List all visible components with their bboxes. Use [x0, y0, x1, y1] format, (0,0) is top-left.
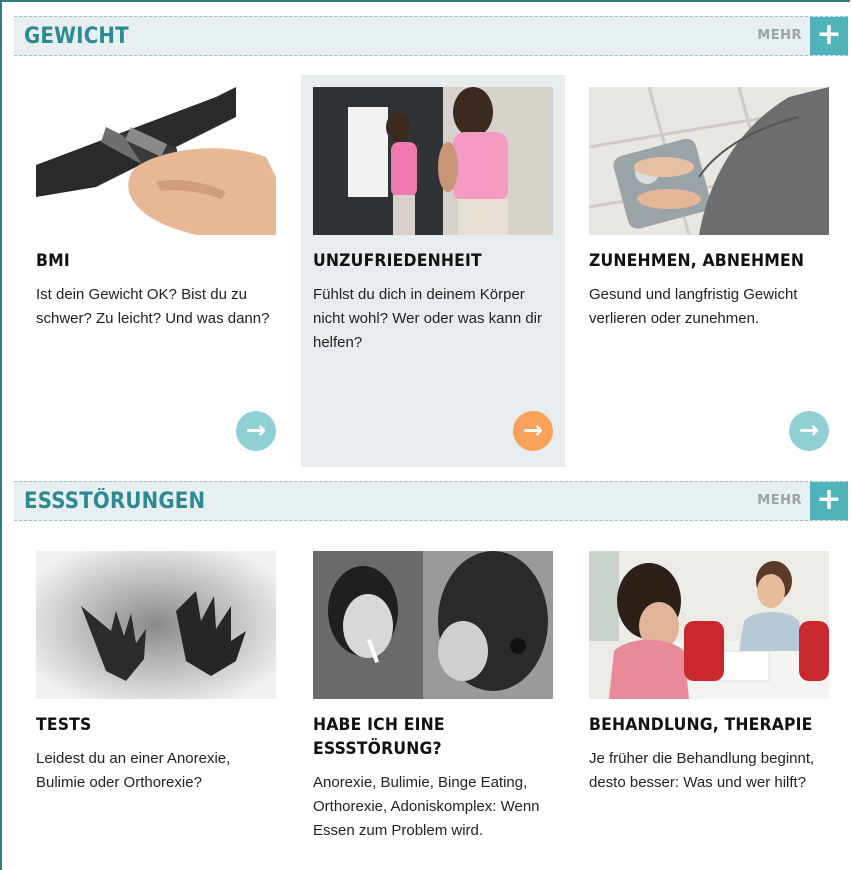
card-text: Gesund und langfristig Gewicht verlieren… [589, 286, 798, 327]
card-habe-ich-eine-essstoerung[interactable]: HABE ICH EINE ESSSTÖRUNG? Anorexie, Buli… [301, 539, 565, 869]
card-zunehmen-abnehmen[interactable]: ZUNEHMEN, ABNEHMEN Gesund und langfristi… [577, 75, 841, 467]
card-text: Je früher die Behandlung beginnt, desto … [589, 750, 815, 791]
card-tests[interactable]: TESTS Leidest du an einer Anorexie, Buli… [24, 539, 288, 869]
card-title: TESTS [36, 715, 92, 735]
card-title: ZUNEHMEN, ABNEHMEN [589, 251, 805, 271]
card-bmi[interactable]: BMI Ist dein Gewicht OK? Bist du zu schw… [24, 75, 288, 467]
card-unzufriedenheit[interactable]: UNZUFRIEDENHEIT Fühlst du dich in deinem… [301, 75, 565, 467]
card-text: Fühlst du dich in deinem Körper nicht wo… [313, 286, 542, 351]
card-title: HABE ICH EINE ESSSTÖRUNG? [313, 715, 445, 759]
arrow-right-icon[interactable]: → [236, 411, 276, 451]
section-header-essstoerungen: ESSSTÖRUNGEN MEHR + [14, 481, 848, 521]
section-header-gewicht: GEWICHT MEHR + [14, 16, 848, 56]
mehr-link[interactable]: MEHR [757, 28, 802, 43]
card-title: BMI [36, 251, 70, 271]
therapy-photo[interactable] [589, 551, 829, 699]
scale-photo[interactable] [589, 87, 829, 235]
belt-photo[interactable] [36, 87, 276, 235]
card-text: Ist dein Gewicht OK? Bist du zu schwer? … [36, 286, 270, 327]
arrow-right-icon[interactable]: → [789, 411, 829, 451]
plus-button[interactable]: + [810, 17, 848, 55]
arrow-right-icon[interactable]: → [513, 411, 553, 451]
section-title: ESSSTÖRUNGEN [24, 489, 206, 514]
card-text: Anorexie, Bulimie, Binge Eating, Orthore… [313, 774, 540, 839]
hands-photo[interactable] [36, 551, 276, 699]
girls-mirror-photo[interactable] [313, 551, 553, 699]
card-text: Leidest du an einer Anorexie, Bulimie od… [36, 750, 231, 791]
mehr-link[interactable]: MEHR [757, 493, 802, 508]
card-title: UNZUFRIEDENHEIT [313, 251, 482, 271]
card-title: BEHANDLUNG, THERAPIE [589, 715, 813, 735]
mirror-photo[interactable] [313, 87, 553, 235]
card-behandlung-therapie[interactable]: BEHANDLUNG, THERAPIE Je früher die Behan… [577, 539, 841, 869]
plus-button[interactable]: + [810, 482, 848, 520]
section-title: GEWICHT [24, 24, 129, 49]
